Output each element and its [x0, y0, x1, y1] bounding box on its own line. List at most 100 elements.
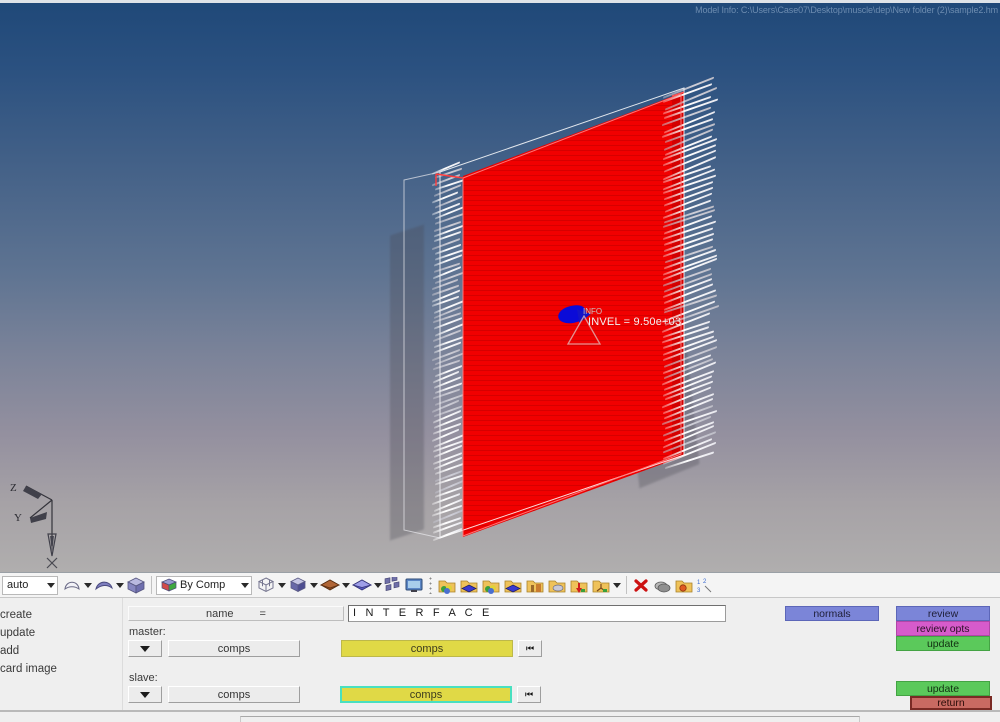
menu-item-add[interactable]: add	[0, 642, 120, 660]
name-input[interactable]: I N T E R F A C E	[348, 605, 726, 622]
chevron-down-icon[interactable]	[241, 583, 249, 588]
folder-props-button[interactable]	[524, 574, 546, 596]
mesh-fragments-icon	[384, 577, 402, 593]
component-blue-button[interactable]	[458, 574, 480, 596]
component-colors-icon	[437, 577, 457, 594]
numbering-123-icon: 1 2 3	[696, 577, 714, 594]
mode-combo-value: auto	[7, 579, 28, 591]
component-blue-icon	[459, 577, 479, 594]
axis-label-y: Y	[14, 512, 22, 524]
status-message-area	[240, 716, 860, 722]
chevron-down-icon[interactable]	[310, 583, 318, 588]
name-label: name	[206, 608, 234, 620]
chevron-down-icon[interactable]	[47, 583, 55, 588]
view-toolbar[interactable]: auto By Comp 1 2 3	[0, 572, 1000, 598]
shaded-cube-icon	[288, 576, 308, 594]
slave-comps-selector[interactable]: comps	[340, 686, 512, 703]
slave-rewind-button[interactable]: ⏮	[517, 686, 541, 703]
annotation-sub-label: INFO	[583, 307, 602, 316]
chevron-down-icon[interactable]	[374, 583, 382, 588]
annotation-label: INVEL = 9.50e+03	[588, 316, 681, 328]
delete-button[interactable]	[631, 574, 651, 596]
mask-button[interactable]	[651, 574, 673, 596]
folder-mat-button[interactable]	[546, 574, 568, 596]
model-assembly: INFO INVEL = 9.50e+03	[0, 0, 1000, 572]
solid-cube-button[interactable]	[125, 574, 147, 596]
panel-divider	[122, 598, 123, 710]
display-monitor-icon	[404, 577, 424, 594]
toolbar-grip[interactable]	[429, 576, 432, 594]
surface-patch-icon	[62, 577, 82, 593]
folder-props-icon	[525, 577, 545, 594]
status-bar	[0, 710, 1000, 722]
plate-shadow-left	[390, 224, 424, 540]
normals-button[interactable]: normals	[785, 606, 879, 621]
wireframe-cube-button[interactable]	[255, 574, 287, 596]
display-monitor-button[interactable]	[403, 574, 425, 596]
name-equals: =	[260, 608, 266, 620]
update-button-top[interactable]: update	[896, 636, 990, 651]
surface-patch-button[interactable]	[61, 574, 93, 596]
name-field-button[interactable]: name =	[128, 606, 344, 621]
color-by-combo-value: By Comp	[180, 579, 225, 591]
svg-text:3: 3	[697, 588, 701, 594]
normal-vectors-right	[662, 73, 724, 474]
folder-assembly-button[interactable]	[590, 574, 622, 596]
component-blue2-button[interactable]	[502, 574, 524, 596]
folder-load-button[interactable]	[568, 574, 590, 596]
chevron-down-icon[interactable]	[613, 583, 621, 588]
chevron-down-icon[interactable]	[278, 583, 286, 588]
shaded-cube-button[interactable]	[287, 574, 319, 596]
menu-item-update[interactable]: update	[0, 624, 120, 642]
axis-label-z: Z	[10, 482, 17, 494]
master-rewind-button[interactable]: ⏮	[518, 640, 542, 657]
normal-vector	[662, 139, 716, 161]
normal-vector	[663, 77, 714, 99]
master-comps-selector[interactable]: comps	[341, 640, 513, 657]
solid-cube-icon	[126, 577, 146, 594]
3d-elements-icon	[352, 578, 372, 592]
delete-red-x-icon	[632, 577, 650, 594]
mesh-fragments-button[interactable]	[383, 574, 403, 596]
slave-entity-dropdown[interactable]	[128, 686, 162, 703]
surface-mesh-lines	[0, 0, 1000, 572]
name-row: name = I N T E R F A C E	[128, 605, 726, 622]
folder-mat-icon	[547, 577, 567, 594]
wireframe-cube-icon	[256, 576, 276, 594]
component-colors-button[interactable]	[436, 574, 458, 596]
normal-vectors-left	[432, 160, 466, 545]
slave-group: slave: comps comps ⏮	[128, 672, 541, 703]
graphics-viewport[interactable]: Model Info: C:\Users\Case07\Desktop\musc…	[0, 0, 1000, 572]
master-entity-dropdown[interactable]	[128, 640, 162, 657]
review-opts-button[interactable]: review opts	[896, 621, 990, 636]
component-colors-icon	[481, 577, 501, 594]
review-button[interactable]: review	[896, 606, 990, 621]
find-folder-icon	[674, 577, 694, 594]
numbering-button[interactable]: 1 2 3	[695, 574, 715, 596]
mode-combo[interactable]: auto	[2, 576, 58, 595]
chevron-down-icon[interactable]	[116, 583, 124, 588]
master-entity-button[interactable]: comps	[168, 640, 300, 657]
3d-elements-button[interactable]	[351, 574, 383, 596]
master-group: master: comps comps ⏮	[128, 626, 542, 657]
component-blue-icon	[503, 577, 523, 594]
svg-text:1: 1	[697, 580, 701, 586]
return-button[interactable]: return	[910, 696, 992, 710]
master-row: comps comps ⏮	[128, 640, 542, 657]
svg-text:2: 2	[703, 579, 707, 585]
color-by-combo[interactable]: By Comp	[156, 576, 252, 595]
panel-left-menu[interactable]: create update add card image	[0, 606, 120, 678]
menu-item-card-image[interactable]: card image	[0, 660, 120, 678]
slave-entity-button[interactable]: comps	[168, 686, 300, 703]
component-colors2-button[interactable]	[480, 574, 502, 596]
chevron-down-icon[interactable]	[342, 583, 350, 588]
find-button[interactable]	[673, 574, 695, 596]
menu-item-create[interactable]: create	[0, 606, 120, 624]
2d-elements-icon	[320, 578, 340, 592]
2d-elements-button[interactable]	[319, 574, 351, 596]
update-button-bottom[interactable]: update	[896, 681, 990, 696]
surface-shaded-button[interactable]	[93, 574, 125, 596]
axis-triad	[4, 478, 94, 570]
chevron-down-icon	[140, 646, 150, 652]
chevron-down-icon[interactable]	[84, 583, 92, 588]
